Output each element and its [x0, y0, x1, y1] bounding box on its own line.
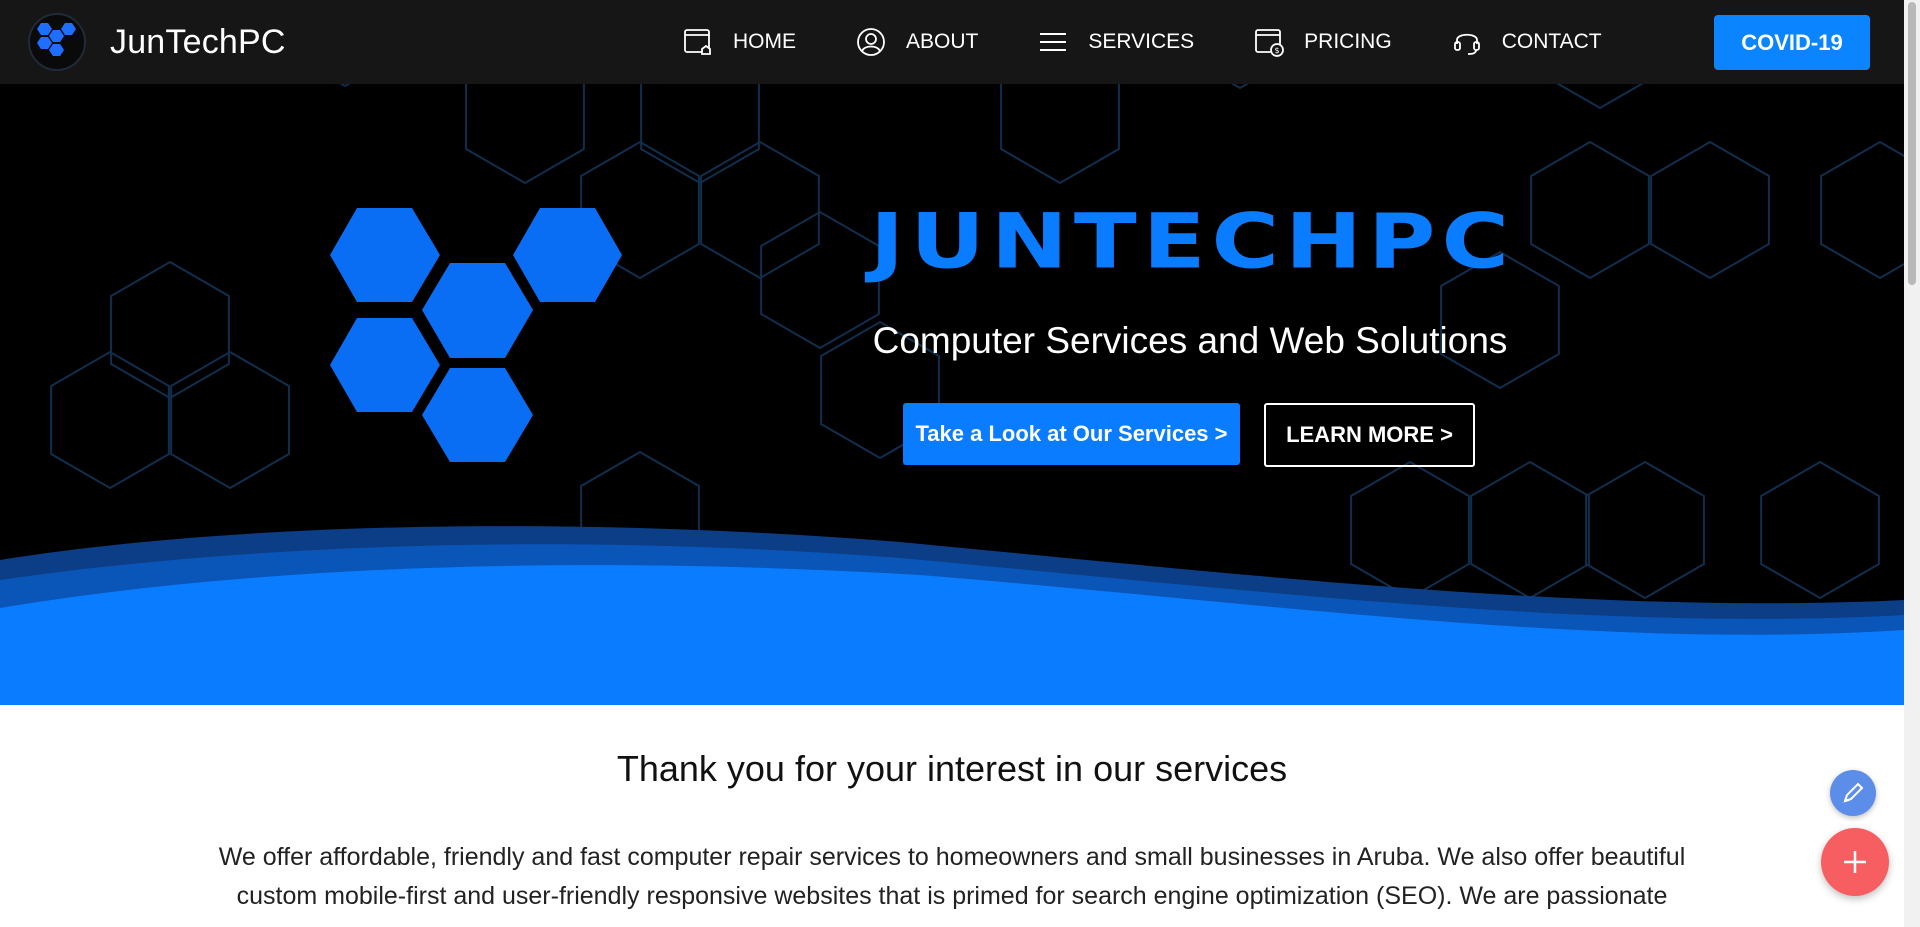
ghost-sort-icon [1560, 132, 1590, 162]
add-fab-button[interactable] [1821, 828, 1889, 896]
brand-logo[interactable] [28, 13, 86, 71]
nav-contact-label[interactable]: CONTACT [1502, 30, 1602, 54]
nav-pricing[interactable]: $ PRICING [1254, 27, 1392, 57]
nav-home[interactable]: HOME [683, 27, 796, 57]
services-button[interactable]: Take a Look at Our Services > [903, 403, 1240, 465]
nav-pricing-label[interactable]: PRICING [1304, 30, 1392, 54]
hero-wave [0, 526, 1904, 705]
nav-services[interactable]: SERVICES [1038, 27, 1194, 57]
user-icon [857, 28, 885, 56]
menu-icon [1040, 33, 1067, 51]
nav-home-label[interactable]: HOME [733, 30, 796, 54]
brand-hexagon-icon [37, 23, 76, 56]
top-navbar: JunTechPC HOME ABOUT SERVICES $ PRICING … [0, 0, 1904, 84]
page-scrollbar[interactable] [1904, 0, 1920, 927]
brand[interactable]: JunTechPC [28, 13, 286, 71]
section-heading: Thank you for your interest in our servi… [616, 748, 1288, 789]
hero-title: JUNTECHPC [870, 198, 1515, 286]
section-body: We offer affordable, friendly and fast c… [218, 843, 1686, 910]
nav-about[interactable]: ABOUT [856, 27, 978, 57]
home-icon [684, 29, 711, 55]
hero-section: JUNTECHPC Computer Services and Web Solu… [0, 0, 1904, 705]
nav-services-label[interactable]: SERVICES [1088, 30, 1194, 54]
pencil-icon [1843, 782, 1864, 803]
nav-links: HOME ABOUT SERVICES $ PRICING CONTACT [683, 0, 1662, 84]
covid-button[interactable]: COVID-19 [1714, 15, 1870, 70]
plus-icon [1844, 851, 1866, 873]
headset-icon [1453, 33, 1480, 55]
hero-logo-hexagons [330, 208, 622, 462]
ghost-toolbar [1560, 132, 1630, 162]
nav-contact[interactable]: CONTACT [1452, 27, 1602, 57]
edit-fab-button[interactable] [1830, 770, 1876, 816]
scrollbar-thumb[interactable] [1908, 2, 1916, 285]
nav-about-label[interactable]: ABOUT [906, 30, 978, 54]
learn-more-button[interactable]: LEARN MORE > [1264, 403, 1475, 467]
hero-subtitle: Computer Services and Web Solutions [872, 320, 1508, 361]
brand-name[interactable]: JunTechPC [110, 23, 286, 62]
pricing-icon: $ [1255, 29, 1285, 57]
svg-text:$: $ [1275, 46, 1280, 55]
